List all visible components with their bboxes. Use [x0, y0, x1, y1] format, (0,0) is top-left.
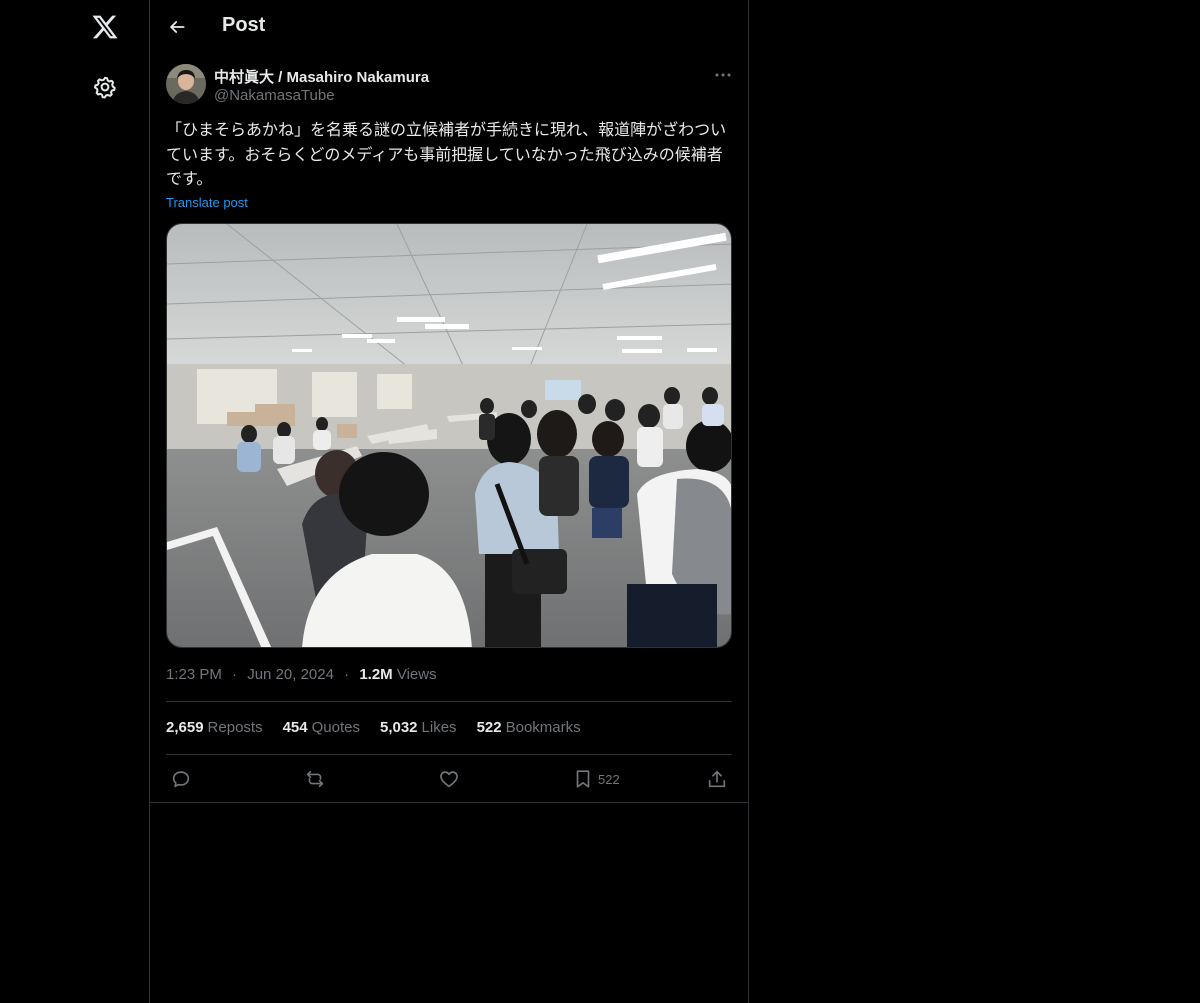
quotes-label: Quotes — [311, 719, 360, 736]
avatar[interactable] — [166, 64, 206, 104]
likes-count: 5,032 — [379, 719, 418, 736]
views-label: Views — [396, 666, 437, 683]
bookmark-icon — [576, 770, 590, 788]
author-display-name[interactable]: 中村眞大 / Masahiro Nakamura — [214, 66, 429, 87]
back-button[interactable] — [162, 12, 192, 42]
bookmark-count: 522 — [598, 771, 620, 787]
page-title: Post — [222, 14, 266, 36]
divider — [166, 754, 732, 755]
translate-post-link[interactable]: Translate post — [166, 195, 248, 210]
bookmark-button[interactable]: 522 — [572, 764, 620, 794]
reply-button[interactable] — [170, 764, 192, 794]
share-button[interactable] — [706, 764, 728, 794]
meta-separator: · — [232, 666, 238, 683]
like-button[interactable] — [438, 764, 460, 794]
more-options-button[interactable] — [710, 64, 736, 86]
more-horizontal-icon — [715, 73, 731, 77]
post-time[interactable]: 1:23 PM — [166, 666, 222, 683]
post-text: 「ひまそらあかね」を名乗る謎の立候補者が手続きに現れ、報道陣がざわついています。… — [166, 120, 727, 188]
bookmarks-label: Bookmarks — [505, 719, 581, 736]
reposts-stat[interactable]: 2,659 Reposts — [166, 719, 263, 736]
reposts-label: Reposts — [207, 719, 263, 736]
bookmarks-stat[interactable]: 522 Bookmarks — [477, 719, 581, 736]
post-date[interactable]: Jun 20, 2024 — [247, 666, 334, 683]
repost-icon — [306, 770, 324, 788]
reposts-count: 2,659 — [166, 719, 204, 736]
post-photo[interactable] — [166, 223, 732, 648]
divider — [166, 701, 732, 702]
share-icon — [708, 770, 726, 788]
quotes-stat[interactable]: 454 Quotes — [283, 719, 360, 736]
repost-button[interactable] — [304, 764, 326, 794]
page-header: Post — [150, 0, 748, 53]
post-meta: 1:23 PM · Jun 20, 2024 · 1.2M Views — [166, 666, 437, 683]
quotes-count: 454 — [282, 719, 308, 736]
bookmarks-count: 522 — [476, 719, 502, 736]
main-column: Post 中村眞大 / Masahiro Nakamura @NakamasaT… — [149, 0, 749, 1003]
reply-icon — [172, 771, 190, 788]
meta-separator: · — [344, 666, 350, 683]
x-logo-icon[interactable] — [88, 10, 122, 44]
engagement-stats: 2,659 Reposts 454 Quotes 5,032 Likes 522 Boo… — [166, 719, 581, 736]
author-handle[interactable]: @NakamasaTube — [214, 87, 335, 104]
left-nav — [0, 0, 150, 1003]
arrow-left-icon — [170, 21, 185, 33]
views-count: 1.2M — [359, 666, 393, 683]
likes-stat[interactable]: 5,032 Likes — [380, 719, 457, 736]
heart-icon — [440, 771, 458, 788]
likes-label: Likes — [421, 719, 457, 736]
post-bottom-border — [150, 802, 748, 803]
post-actions: 522 — [166, 764, 732, 794]
gear-icon[interactable] — [90, 72, 120, 102]
